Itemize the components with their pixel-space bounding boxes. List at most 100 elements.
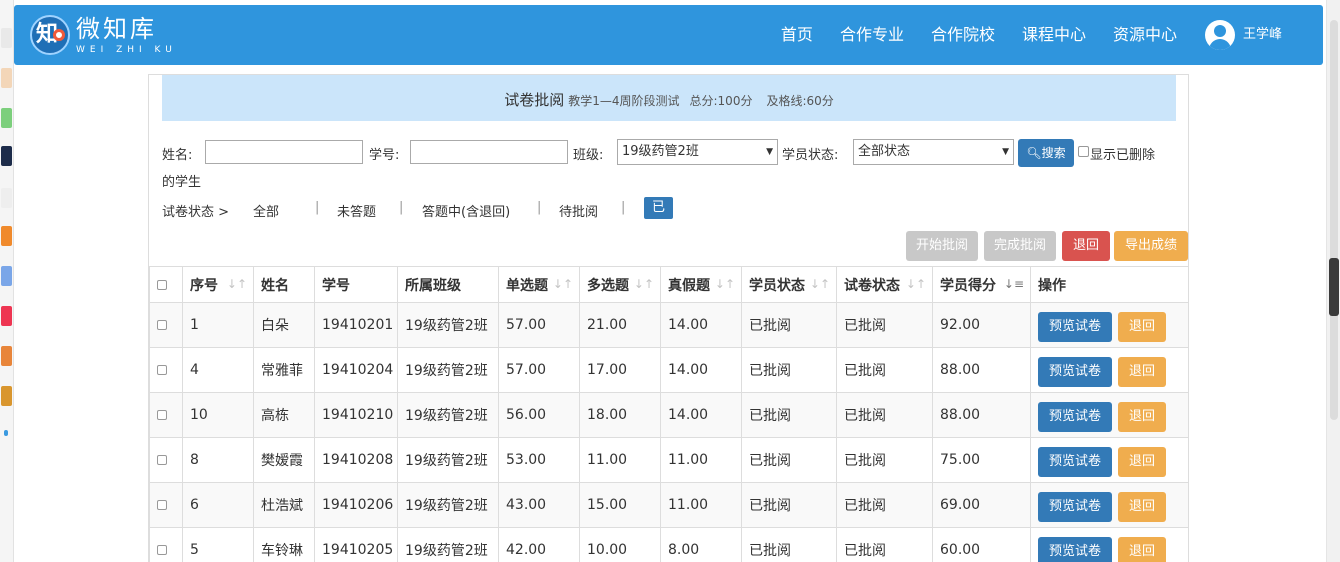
col-header-score[interactable]: 学员得分 ↓≡	[932, 266, 1031, 303]
col-header-multi[interactable]: 多选题 ↓↑	[579, 266, 661, 303]
cell-multi: 10.00	[579, 527, 661, 562]
export-scores-button[interactable]: 导出成绩	[1114, 231, 1188, 261]
class-select[interactable]: 19级药管2班 ▼	[617, 139, 778, 165]
row-checkbox[interactable]	[157, 410, 167, 420]
col-header-no[interactable]: 序号 ↓↑	[182, 266, 254, 303]
show-deleted-checkbox[interactable]	[1078, 146, 1089, 157]
select-all-cell[interactable]	[149, 266, 183, 303]
logo-subtext: WEI ZHI KU	[76, 45, 177, 55]
nav-link-resources[interactable]: 资源中心	[1113, 23, 1177, 47]
return-paper-button[interactable]: 退回	[1118, 357, 1166, 387]
bookmark-icon[interactable]	[4, 430, 8, 436]
cell-multi: 17.00	[579, 347, 661, 393]
grading-panel: 试卷批阅 教学1—4周阶段测试 总分:100分 及格线:60分 姓名: 学号: 班级:…	[148, 74, 1189, 562]
return-paper-button[interactable]: 退回	[1118, 537, 1166, 562]
student-status-select[interactable]: 全部状态 ▼	[853, 139, 1014, 165]
preview-paper-button[interactable]: 预览试卷	[1038, 357, 1112, 387]
col-header-student-status[interactable]: 学员状态 ↓↑	[741, 266, 837, 303]
preview-paper-button[interactable]: 预览试卷	[1038, 447, 1112, 477]
cell-name: 杜浩斌	[253, 482, 315, 528]
scrollbar-handle[interactable]	[1329, 258, 1339, 316]
nav-link-home[interactable]: 首页	[781, 23, 813, 47]
preview-paper-button[interactable]: 预览试卷	[1038, 492, 1112, 522]
preview-paper-button[interactable]: 预览试卷	[1038, 402, 1112, 432]
col-header-single[interactable]: 单选题 ↓↑	[498, 266, 580, 303]
chevron-down-icon: ▼	[1002, 147, 1009, 157]
logo-text[interactable]: 微知库	[76, 15, 157, 43]
student-id-input[interactable]	[410, 140, 568, 164]
user-name[interactable]: 王学峰	[1243, 25, 1282, 45]
preview-paper-button[interactable]: 预览试卷	[1038, 312, 1112, 342]
row-checkbox[interactable]	[157, 320, 167, 330]
bookmark-icon[interactable]	[1, 226, 12, 246]
cell-student-id: 19410204	[314, 347, 398, 393]
bookmark-icon[interactable]	[1, 266, 12, 286]
user-avatar-icon[interactable]	[1205, 20, 1235, 50]
cell-student-status: 已批阅	[741, 347, 837, 393]
cell-class: 19级药管2班	[397, 437, 499, 483]
sort-icon[interactable]: ↓↑	[227, 277, 247, 291]
return-paper-button[interactable]: 退回	[1118, 447, 1166, 477]
preview-paper-button[interactable]: 预览试卷	[1038, 537, 1112, 562]
cell-student-id: 19410205	[314, 527, 398, 562]
bookmark-icon[interactable]	[1, 386, 12, 406]
sort-icon[interactable]: ↓↑	[634, 277, 654, 291]
row-select-cell[interactable]	[149, 347, 183, 393]
bookmark-icon[interactable]	[1, 346, 12, 366]
bookmark-icon[interactable]	[1, 108, 12, 128]
cell-multi: 18.00	[579, 392, 661, 438]
nav-link-majors[interactable]: 合作专业	[840, 23, 904, 47]
return-button[interactable]: 退回	[1062, 231, 1110, 261]
search-button[interactable]: 🔍︎搜索	[1018, 139, 1074, 167]
return-paper-button[interactable]: 退回	[1118, 312, 1166, 342]
bookmark-icon[interactable]	[1, 146, 12, 166]
start-grading-button[interactable]: 开始批阅	[906, 231, 978, 261]
col-header-truefalse[interactable]: 真假题 ↓↑	[660, 266, 742, 303]
cell-no: 10	[182, 392, 254, 438]
bookmark-icon[interactable]	[1, 28, 12, 48]
sort-desc-icon[interactable]: ↓≡	[1004, 277, 1024, 291]
nav-link-courses[interactable]: 课程中心	[1022, 23, 1086, 47]
page-scrollbar[interactable]	[1326, 0, 1340, 562]
nav-link-schools[interactable]: 合作院校	[931, 23, 995, 47]
sort-icon[interactable]: ↓↑	[906, 277, 926, 291]
paper-status-graded[interactable]: 已批阅	[644, 197, 674, 259]
col-header-paper-status[interactable]: 试卷状态 ↓↑	[836, 266, 933, 303]
cell-multi: 11.00	[579, 437, 661, 483]
row-checkbox[interactable]	[157, 365, 167, 375]
row-select-cell[interactable]	[149, 482, 183, 528]
cell-name: 白朵	[253, 302, 315, 348]
row-select-cell[interactable]	[149, 392, 183, 438]
cell-class: 19级药管2班	[397, 482, 499, 528]
select-all-checkbox[interactable]	[157, 279, 167, 290]
bookmark-icon[interactable]	[1, 68, 12, 88]
return-paper-button[interactable]: 退回	[1118, 402, 1166, 432]
sort-icon[interactable]: ↓↑	[715, 277, 735, 291]
row-select-cell[interactable]	[149, 437, 183, 483]
row-select-cell[interactable]	[149, 527, 183, 562]
cell-actions: 预览试卷 退回	[1030, 437, 1189, 483]
bookmark-icon[interactable]	[1, 188, 12, 208]
row-checkbox[interactable]	[157, 545, 167, 555]
row-select-cell[interactable]	[149, 302, 183, 348]
sort-icon[interactable]: ↓↑	[553, 277, 573, 291]
logo-icon[interactable]: 知	[30, 15, 70, 55]
cell-name: 常雅菲	[253, 347, 315, 393]
logo-dot-icon	[53, 29, 65, 41]
divider: |	[399, 200, 404, 215]
paper-status-all[interactable]: 全部	[253, 201, 279, 220]
paper-status-pending[interactable]: 待批阅	[559, 201, 598, 220]
name-input[interactable]	[205, 140, 363, 164]
finish-grading-button[interactable]: 完成批阅	[984, 231, 1056, 261]
sort-icon[interactable]: ↓↑	[810, 277, 830, 291]
paper-status-answering[interactable]: 答题中(含退回)	[422, 201, 510, 220]
paper-status-unanswered[interactable]: 未答题	[337, 201, 376, 220]
cell-class: 19级药管2班	[397, 347, 499, 393]
row-checkbox[interactable]	[157, 455, 167, 465]
return-paper-button[interactable]: 退回	[1118, 492, 1166, 522]
cell-score: 60.00	[932, 527, 1031, 562]
cell-score: 92.00	[932, 302, 1031, 348]
scrollbar-thumb[interactable]	[1330, 20, 1338, 420]
row-checkbox[interactable]	[157, 500, 167, 510]
bookmark-icon[interactable]	[1, 306, 12, 326]
